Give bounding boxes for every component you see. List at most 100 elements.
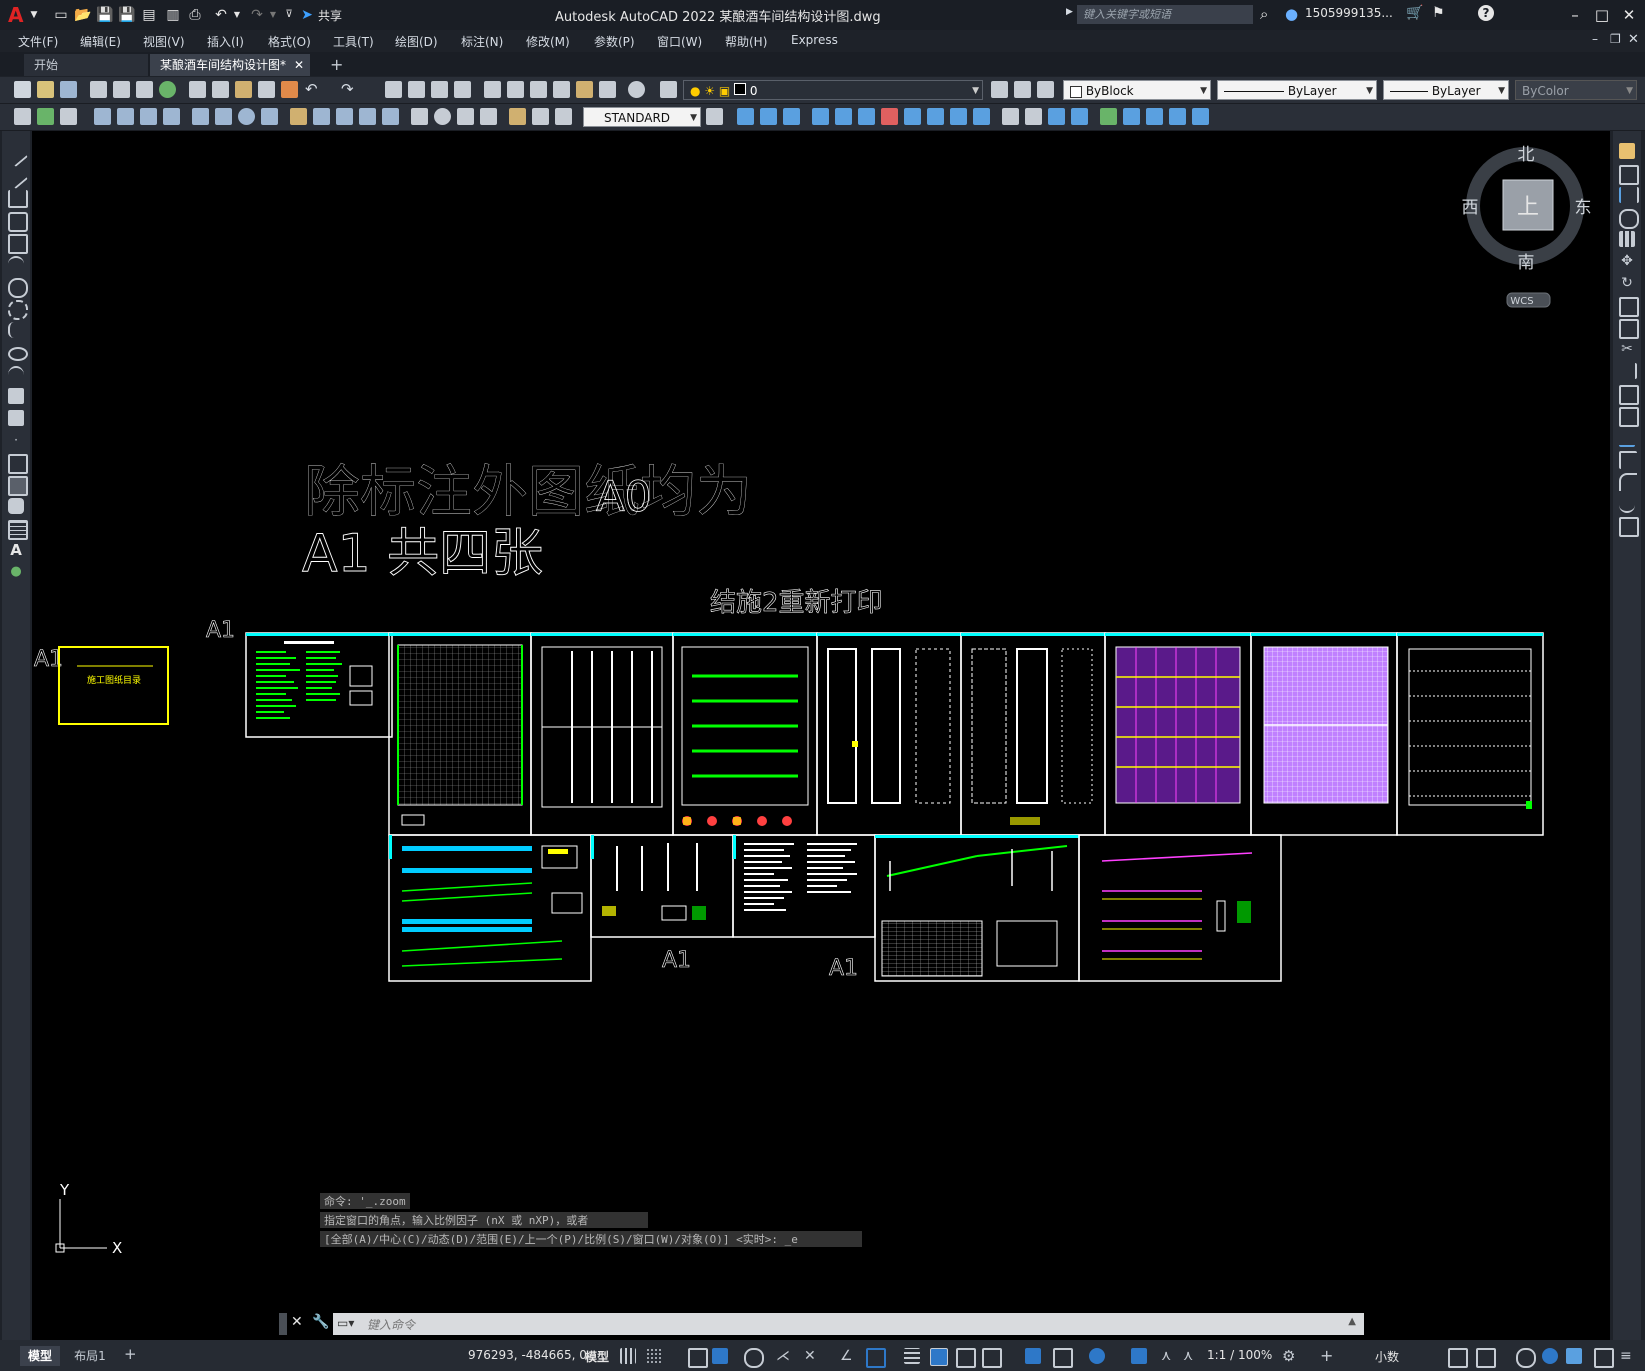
circle-icon[interactable]	[8, 278, 28, 298]
undo-dropdown-icon[interactable]: ▼	[228, 6, 246, 24]
extrude-faces-icon[interactable]	[812, 108, 829, 125]
fullscreen-icon[interactable]	[1594, 1348, 1614, 1368]
style-icon[interactable]	[60, 108, 77, 125]
sheet-truss-elevation[interactable]	[1078, 834, 1282, 982]
menu-parametric[interactable]: 参数(P)	[594, 33, 635, 50]
move-faces-icon[interactable]	[835, 108, 852, 125]
save-as-icon[interactable]: 💾	[118, 6, 136, 24]
layer-dropdown[interactable]: ● ☀ ▣ 0 ▼	[683, 80, 983, 100]
layer-properties-icon[interactable]	[660, 81, 677, 98]
viewcube-south[interactable]: 南	[1518, 253, 1535, 273]
sheet-roof-bracing[interactable]	[1104, 632, 1252, 836]
polar-icon[interactable]	[744, 1348, 764, 1368]
sheet-general-notes[interactable]	[245, 632, 393, 738]
zoom-previous-icon[interactable]	[454, 81, 471, 98]
search-input[interactable]: 键入关键字或短语	[1077, 5, 1253, 24]
doc-close-icon[interactable]: ✕	[1628, 32, 1639, 47]
zoom-window-icon[interactable]	[431, 81, 448, 98]
3d-print-icon[interactable]	[159, 81, 176, 98]
sheet-purlin-plan[interactable]	[1250, 632, 1398, 836]
save-icon-tb[interactable]	[60, 81, 77, 98]
model-space[interactable]: 上 北 南 西 东 WCS 除标注外图纸均为 A0 A1 共四张 结施2重新打印…	[32, 131, 1610, 1341]
design-center-icon[interactable]	[507, 81, 524, 98]
wcs-menu[interactable]: WCS	[1510, 296, 1533, 307]
offset-icon[interactable]	[1619, 209, 1639, 229]
menu-tools[interactable]: 工具(T)	[333, 33, 374, 50]
lineweight-icon[interactable]	[904, 1348, 920, 1364]
erase-icon[interactable]	[1619, 143, 1635, 159]
make-current-icon[interactable]	[991, 81, 1008, 98]
qnew-icon[interactable]	[14, 81, 31, 98]
move-icon[interactable]: ✥	[1619, 253, 1635, 269]
workspace-icon[interactable]	[14, 108, 31, 125]
union-icon[interactable]	[737, 108, 754, 125]
separate-icon[interactable]	[1048, 108, 1065, 125]
dim-text-edit-icon[interactable]	[532, 108, 549, 125]
region-icon[interactable]	[8, 498, 24, 514]
angular-dim-icon[interactable]	[261, 108, 278, 125]
markup-icon[interactable]	[576, 81, 593, 98]
cover-sheet[interactable]: 施工图纸目录	[58, 646, 169, 725]
trim-icon[interactable]: ✂	[1619, 341, 1635, 357]
check-icon[interactable]	[1100, 108, 1117, 125]
close-button[interactable]: ✕	[1618, 4, 1640, 26]
sheet-roof-beam-detail[interactable]	[874, 834, 1080, 982]
plot-icon[interactable]: ⎙	[186, 6, 204, 24]
diameter-dim-icon[interactable]	[238, 108, 255, 125]
command-close-icon[interactable]: ✕	[291, 1314, 303, 1330]
menu-insert[interactable]: 插入(I)	[207, 33, 244, 50]
open-icon[interactable]	[37, 81, 54, 98]
annotation-scale-icon[interactable]: ⋏	[1183, 1348, 1199, 1364]
viewcube-north[interactable]: 北	[1518, 145, 1535, 165]
command-customize-icon[interactable]: 🔧	[312, 1314, 329, 1330]
ellipse-icon[interactable]	[8, 347, 28, 361]
layout-tab-model[interactable]: 模型	[20, 1346, 60, 1366]
selection-filter-icon[interactable]	[1053, 1348, 1073, 1368]
app-menu-arrow-icon[interactable]: ▼	[25, 6, 43, 24]
layout-tab-layout1[interactable]: 布局1	[68, 1346, 112, 1366]
doc-minimize-icon[interactable]: –	[1592, 32, 1598, 46]
extend-icon[interactable]	[1619, 363, 1637, 379]
dim-break-icon[interactable]	[382, 108, 399, 125]
gradient-icon[interactable]	[8, 476, 28, 496]
ortho-icon[interactable]	[712, 1348, 728, 1364]
grid-icon[interactable]	[620, 1348, 636, 1364]
command-input[interactable]: 键入命令	[367, 1316, 415, 1333]
plot-icon-tb[interactable]	[90, 81, 107, 98]
linetype-dropdown[interactable]: ByLayer ▼	[1217, 80, 1377, 100]
section-icon[interactable]	[1146, 108, 1163, 125]
sheet-truss-plan[interactable]	[672, 632, 818, 836]
sheet-text-specification[interactable]	[732, 834, 876, 938]
user-icon[interactable]: ●	[1285, 5, 1298, 23]
sheet-frame-elevation-a[interactable]	[816, 632, 962, 836]
rotate-faces-icon[interactable]	[904, 108, 921, 125]
arc-length-icon[interactable]	[140, 108, 157, 125]
quickcalc-icon[interactable]	[599, 81, 616, 98]
match-properties-icon[interactable]	[258, 81, 275, 98]
publish-icon[interactable]: ▥	[164, 6, 182, 24]
lineweight-dropdown[interactable]: ByLayer ▼	[1383, 80, 1509, 100]
new-tab-button[interactable]: +	[320, 54, 346, 76]
cut-icon[interactable]	[189, 81, 206, 98]
copy-faces-icon[interactable]	[950, 108, 967, 125]
annotation-visibility-icon[interactable]	[1131, 1348, 1147, 1364]
break-at-point-icon[interactable]	[1619, 385, 1639, 405]
units-value[interactable]: 小数	[1375, 1348, 1399, 1365]
ordinate-dim-icon[interactable]	[163, 108, 180, 125]
tolerance-icon[interactable]	[411, 108, 428, 125]
menu-view[interactable]: 视图(V)	[143, 33, 185, 50]
doc-restore-icon[interactable]: ❐	[1610, 32, 1621, 46]
object-snap-tracking-icon[interactable]: ✕	[804, 1348, 820, 1364]
maximize-button[interactable]: □	[1591, 4, 1613, 26]
web-save-icon[interactable]: ▤	[140, 6, 158, 24]
menu-draw[interactable]: 绘图(D)	[395, 33, 438, 50]
pan-icon[interactable]	[385, 81, 402, 98]
search-icon[interactable]: ⌕	[1260, 5, 1268, 23]
table-icon[interactable]	[8, 520, 28, 540]
search-expand-icon[interactable]: ▶	[1066, 7, 1073, 17]
viewcube-west[interactable]: 西	[1462, 198, 1479, 218]
jogged-dim-icon[interactable]	[215, 108, 232, 125]
paste-icon[interactable]	[235, 81, 252, 98]
copy-object-icon[interactable]	[1619, 165, 1639, 185]
chamfer-icon[interactable]	[1619, 451, 1637, 469]
